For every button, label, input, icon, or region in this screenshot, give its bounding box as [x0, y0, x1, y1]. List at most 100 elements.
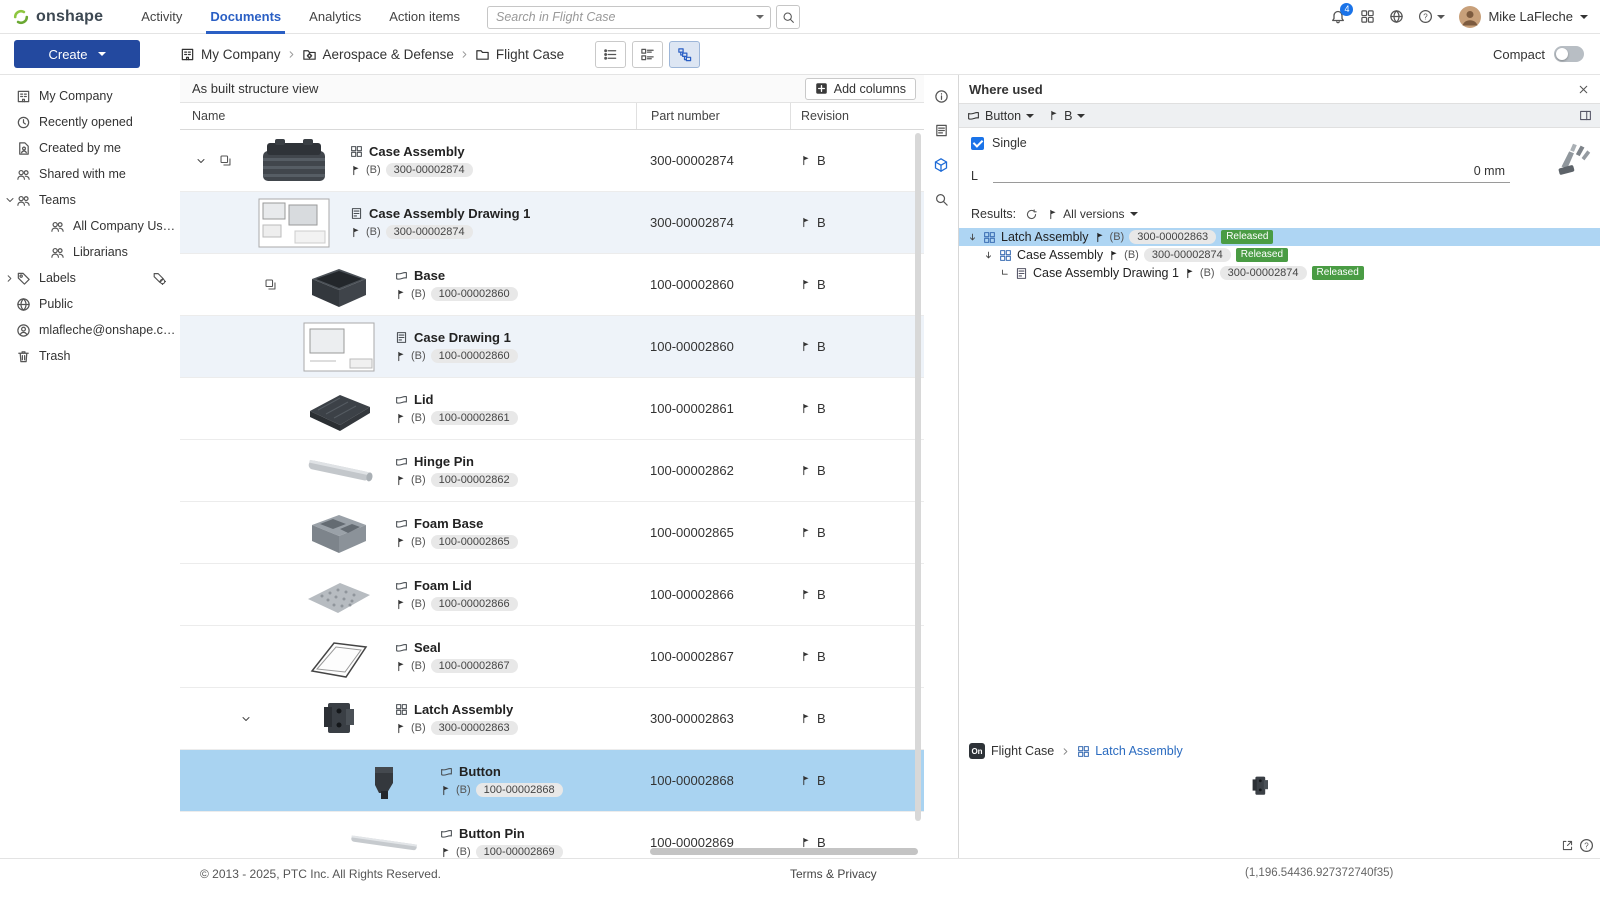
panel-help-icon[interactable]: ? — [1579, 838, 1594, 853]
breadcrumb-separator-icon — [286, 49, 297, 60]
table-row[interactable]: Seal(B)100-00002867100-00002867B — [180, 626, 924, 688]
subject-dropdown[interactable]: Button — [967, 109, 1034, 123]
table-row[interactable]: Latch Assembly(B)300-00002863300-0000286… — [180, 688, 924, 750]
table-row[interactable]: Foam Lid(B)100-00002866100-00002866B — [180, 564, 924, 626]
column-header-revision[interactable]: Revision — [790, 103, 924, 129]
close-icon[interactable] — [1577, 83, 1590, 96]
onshape-logo[interactable]: onshape — [12, 8, 103, 26]
single-checkbox[interactable] — [971, 137, 984, 150]
revision-icon — [395, 661, 406, 672]
context-item-link[interactable]: Latch Assembly — [1077, 744, 1183, 758]
sidebar-item-recently-opened[interactable]: Recently opened — [0, 109, 180, 135]
revision-icon — [1094, 232, 1105, 243]
panel-tab-search[interactable] — [934, 192, 949, 207]
revision-icon — [350, 227, 361, 238]
revision-dropdown[interactable]: B — [1048, 109, 1085, 123]
chevron-right-icon[interactable] — [4, 273, 15, 284]
3d-preview-area[interactable] — [959, 763, 1600, 858]
column-header-name[interactable]: Name — [180, 109, 636, 123]
table-row[interactable]: Hinge Pin(B)100-00002862100-00002862B — [180, 440, 924, 502]
community-button[interactable] — [1389, 9, 1404, 24]
breadcrumb-flight-case[interactable]: Flight Case — [475, 47, 564, 62]
help-menu-button[interactable]: ? — [1418, 9, 1445, 24]
user-menu-button[interactable]: Mike LaFleche — [1459, 6, 1588, 28]
row-expand-chevron-icon[interactable] — [190, 155, 212, 167]
label-settings-icon[interactable] — [152, 271, 166, 285]
table-row[interactable]: Base(B)100-00002860100-00002860B — [180, 254, 924, 316]
where-used-result-row[interactable]: Case Assembly Drawing 1(B)300-00002874Re… — [959, 264, 1600, 282]
sidebar-item-my-company[interactable]: My Company — [0, 83, 180, 109]
table-row[interactable]: Case Drawing 1(B)100-00002860100-0000286… — [180, 316, 924, 378]
all-versions-dropdown[interactable]: All versions — [1047, 207, 1137, 221]
compact-toggle[interactable] — [1554, 46, 1584, 62]
horizontal-scrollbar[interactable] — [650, 848, 918, 855]
table-row[interactable]: Foam Base(B)100-00002865100-00002865B — [180, 502, 924, 564]
create-button[interactable]: Create — [14, 40, 140, 68]
part-icon — [395, 641, 408, 654]
sidebar-item-mlafleche-onshape-com[interactable]: mlafleche@onshape.com — [0, 317, 180, 343]
sidebar-item-shared-with-me[interactable]: Shared with me — [0, 161, 180, 187]
table-header: Name Part number Revision — [180, 103, 924, 130]
part-thumbnail — [328, 815, 440, 859]
nav-item-documents[interactable]: Documents — [196, 0, 295, 34]
nav-item-activity[interactable]: Activity — [127, 0, 196, 34]
assembly-icon — [999, 249, 1012, 262]
result-name: Case Assembly — [1017, 248, 1103, 262]
sidebar-item-public[interactable]: Public — [0, 291, 180, 317]
search-button[interactable] — [776, 5, 800, 29]
result-revision-label: (B) — [1200, 267, 1215, 279]
detail-list-view-button[interactable] — [632, 41, 663, 68]
sidebar-item-labels[interactable]: Labels — [0, 265, 180, 291]
column-header-part-number[interactable]: Part number — [636, 103, 790, 129]
add-columns-button[interactable]: Add columns — [805, 78, 916, 100]
row-name-cell: Base(B)100-00002860 — [395, 268, 636, 301]
revision-cell: B — [790, 277, 924, 292]
search-input[interactable] — [488, 10, 770, 24]
revision-value: B — [817, 773, 826, 788]
table-row[interactable]: Case Assembly(B)300-00002874300-00002874… — [180, 130, 924, 192]
chevron-right-icon — [1060, 746, 1071, 757]
revision-icon — [800, 589, 811, 600]
app-switcher-button[interactable] — [1360, 9, 1375, 24]
table-row[interactable]: Lid(B)100-00002861100-00002861B — [180, 378, 924, 440]
panel-tab-3d-structure[interactable] — [933, 157, 949, 173]
notifications-button[interactable]: 4 — [1330, 9, 1346, 25]
panel-layout-button[interactable] — [1579, 109, 1592, 122]
table-row[interactable]: Button(B)100-00002868100-00002868B — [180, 750, 924, 812]
revision-cell: B — [790, 711, 924, 726]
sidebar-item-librarians[interactable]: Librarians — [0, 239, 180, 265]
nav-item-analytics[interactable]: Analytics — [295, 0, 375, 34]
where-used-result-row[interactable]: Case Assembly(B)300-00002874Released — [959, 246, 1600, 264]
refresh-button[interactable] — [1025, 208, 1038, 221]
search-scope-caret-icon[interactable] — [756, 15, 764, 19]
popout-icon[interactable] — [1561, 838, 1574, 853]
breadcrumb-my-company[interactable]: My Company — [180, 47, 281, 62]
row-revision-label: (B) — [411, 474, 426, 486]
nav-item-action-items[interactable]: Action items — [375, 0, 474, 34]
part-number-badge: 100-00002865 — [431, 535, 518, 549]
sidebar-item-teams[interactable]: Teams — [0, 187, 180, 213]
terms-privacy-link[interactable]: Terms & Privacy — [790, 867, 877, 881]
chevron-down-icon[interactable] — [4, 194, 16, 206]
flat-list-view-button[interactable] — [595, 41, 626, 68]
table-row[interactable]: Case Assembly Drawing 1(B)300-0000287430… — [180, 192, 924, 254]
row-expand-chevron-icon[interactable] — [235, 713, 257, 725]
search-area — [487, 5, 800, 29]
breadcrumb-aerospace-defense[interactable]: Aerospace & Defense — [302, 47, 454, 62]
panel-tab-properties[interactable] — [934, 123, 949, 138]
where-used-result-row[interactable]: Latch Assembly(B)300-00002863Released — [959, 228, 1600, 246]
revision-value: B — [817, 649, 826, 664]
tree-elbow-icon[interactable] — [999, 268, 1010, 279]
sidebar-item-all-company-users[interactable]: All Company Users — [0, 213, 180, 239]
arrow-down-icon[interactable] — [967, 232, 978, 243]
vertical-scrollbar[interactable] — [915, 133, 921, 821]
sidebar-item-trash[interactable]: Trash — [0, 343, 180, 369]
arrow-down-icon[interactable] — [983, 250, 994, 261]
length-input[interactable]: 0 mm — [993, 164, 1510, 183]
structure-view-button[interactable] — [669, 41, 700, 68]
part-number-badge: 100-00002860 — [431, 349, 518, 363]
search-box[interactable] — [487, 6, 771, 29]
part-number-badge: 300-00002874 — [386, 163, 473, 177]
panel-tab-info[interactable] — [934, 89, 949, 104]
sidebar-item-created-by-me[interactable]: Created by me — [0, 135, 180, 161]
